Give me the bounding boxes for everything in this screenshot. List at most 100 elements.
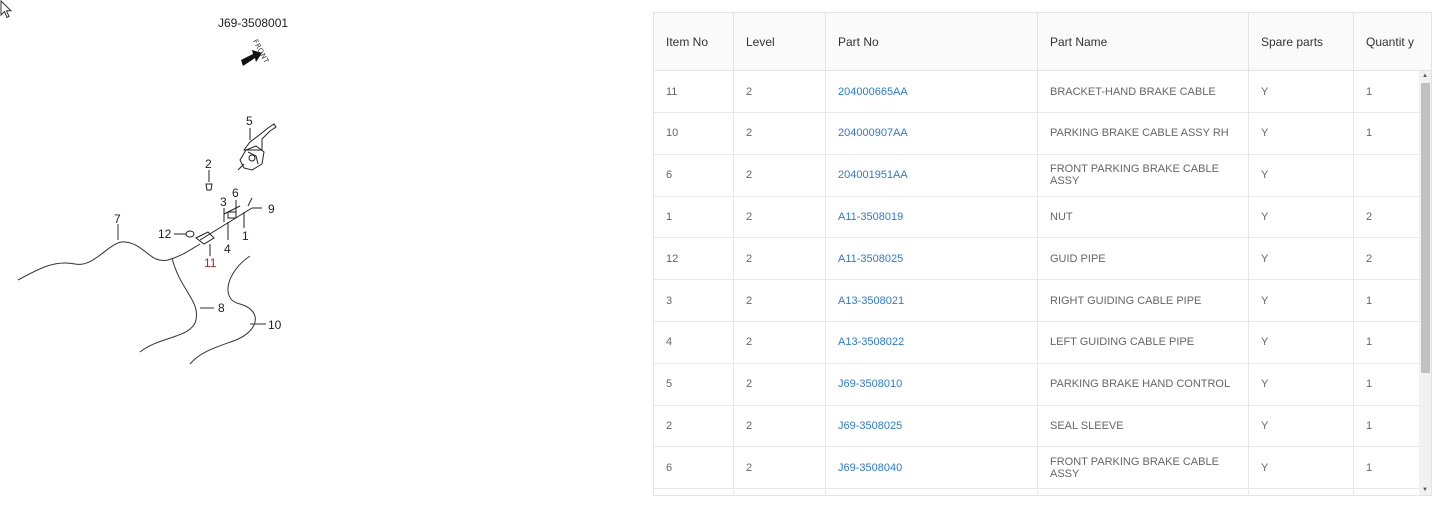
cell-quantity: 2 bbox=[1366, 252, 1373, 265]
table-row[interactable]: 10 2 204000907AA PARKING BRAKE CABLE ASSY R… bbox=[654, 112, 1419, 155]
table-row[interactable]: 4 2 A13-3508022 LEFT GUIDING CABLE PIPE Y 1 bbox=[654, 321, 1419, 364]
table-row[interactable]: 1 2 A11-3508019 NUT Y 2 bbox=[654, 196, 1419, 239]
seal-sleeve bbox=[205, 170, 213, 191]
cell-level: 2 bbox=[734, 71, 826, 112]
cell-part-name: GUID PIPE bbox=[1038, 238, 1249, 280]
header-part-no[interactable]: Part No bbox=[826, 13, 1038, 71]
cell-part-no-link[interactable]: J69-3508040 bbox=[826, 447, 1038, 489]
cell-part-no-link[interactable]: J69-3508025 bbox=[826, 405, 1038, 447]
cell-quantity: 1 bbox=[1366, 419, 1373, 432]
cell-level: 2 bbox=[734, 280, 826, 321]
table-row[interactable]: 5 2 J69-3508010 PARKING BRAKE HAND CONTROL Y… bbox=[654, 363, 1419, 406]
cable-left bbox=[17, 224, 201, 281]
cell-item-no: 3 bbox=[654, 280, 734, 321]
cell-part-name: RIGHT GUIDING CABLE PIPE bbox=[1038, 280, 1249, 321]
cell-level: 2 bbox=[734, 154, 826, 196]
cell-part-name: PARKING BRAKE CABLE ASSY RH bbox=[1038, 112, 1249, 154]
header-quantity[interactable]: Quantit y bbox=[1354, 13, 1431, 71]
table-row[interactable]: 11 2 204000665AA BRACKET-HAND BRAKE CABLE Y 1 bbox=[654, 71, 1419, 113]
cell-spare-parts: Y bbox=[1249, 363, 1354, 405]
header-item-no[interactable]: Item No bbox=[654, 13, 734, 71]
callout-1[interactable]: 1 bbox=[242, 229, 249, 243]
callout-4[interactable]: 4 bbox=[224, 242, 231, 256]
table-body: 11 2 204000665AA BRACKET-HAND BRAKE CABLE Y 1… bbox=[654, 71, 1419, 495]
cell-item-no: 1 bbox=[654, 196, 734, 238]
cable-10 bbox=[189, 255, 266, 365]
cell-part-name: BRACKET-HAND BRAKE CABLE bbox=[1038, 71, 1249, 112]
cell-item-no: 2 bbox=[654, 405, 734, 447]
cell-part-name: FRONT PARKING BRAKE CABLE ASSY bbox=[1038, 154, 1249, 196]
cell-quantity bbox=[1354, 489, 1419, 495]
callout-8[interactable]: 8 bbox=[218, 301, 225, 315]
cell-part-no-link[interactable]: 204001951AA bbox=[826, 154, 1038, 196]
cell-part-no-link[interactable]: A13-3508021 bbox=[826, 280, 1038, 321]
cell-spare-parts bbox=[1249, 489, 1354, 495]
cell-level: 2 bbox=[734, 112, 826, 154]
cell-item-no: 12 bbox=[654, 238, 734, 280]
cell-quantity: 2 bbox=[1366, 210, 1373, 223]
cell-part-no-link[interactable]: 204000907AA bbox=[826, 112, 1038, 154]
cell-quantity: 1 bbox=[1366, 461, 1373, 474]
parts-diagram: J69-3508001 FRONT 5 2 6 3 9 7 12 1 4 11 … bbox=[0, 0, 640, 506]
cell-spare-parts: Y bbox=[1249, 238, 1354, 280]
header-level[interactable]: Level bbox=[734, 13, 826, 71]
cell-item-no: 6 bbox=[654, 447, 734, 489]
callout-3[interactable]: 3 bbox=[220, 195, 227, 209]
cable-bracket bbox=[174, 197, 262, 256]
cell-quantity: 1 bbox=[1366, 85, 1373, 98]
cell-item-no: 4 bbox=[654, 321, 734, 363]
cell-level: 2 bbox=[734, 238, 826, 280]
header-part-name[interactable]: Part Name bbox=[1038, 13, 1249, 71]
scroll-thumb[interactable] bbox=[1421, 83, 1430, 373]
table-scrollbar[interactable]: ▲ ▼ bbox=[1419, 71, 1431, 495]
header-spare-parts[interactable]: Spare parts bbox=[1249, 13, 1354, 71]
cell-spare-parts: Y bbox=[1249, 196, 1354, 238]
callout-5[interactable]: 5 bbox=[246, 114, 253, 128]
hand-brake-lever bbox=[237, 123, 277, 171]
cell-item-no: 11 bbox=[654, 71, 734, 112]
cell-item-no: 6 bbox=[654, 154, 734, 196]
cell-spare-parts: Y bbox=[1249, 71, 1354, 112]
cell-spare-parts: Y bbox=[1249, 405, 1354, 447]
table-row[interactable]: 6 2 204001951AA FRONT PARKING BRAKE CABLE A… bbox=[654, 154, 1419, 197]
callout-7[interactable]: 7 bbox=[114, 212, 121, 226]
callout-2[interactable]: 2 bbox=[205, 157, 212, 171]
table-row[interactable]: 6 2 J69-3508040 FRONT PARKING BRAKE CABLE A… bbox=[654, 447, 1419, 490]
cell-spare-parts: Y bbox=[1249, 112, 1354, 154]
cell-part-no-link[interactable]: 204000665AA bbox=[826, 71, 1038, 112]
cell-part-no-link[interactable]: J69-3508010 bbox=[826, 363, 1038, 405]
cell-quantity bbox=[1354, 155, 1419, 196]
cell-quantity: 1 bbox=[1366, 294, 1373, 307]
table-row[interactable]: 12 2 A11-3508025 GUID PIPE Y 2 bbox=[654, 238, 1419, 281]
scroll-down-arrow-icon[interactable]: ▼ bbox=[1419, 485, 1431, 495]
callout-6[interactable]: 6 bbox=[232, 186, 239, 200]
cell-spare-parts: Y bbox=[1249, 154, 1354, 196]
cell-part-name bbox=[1038, 489, 1249, 495]
mouse-cursor-icon bbox=[0, 0, 13, 19]
table-row[interactable]: 3 2 A13-3508021 RIGHT GUIDING CABLE PIPE Y 1 bbox=[654, 280, 1419, 322]
scroll-up-arrow-icon[interactable]: ▲ bbox=[1419, 71, 1431, 81]
cell-spare-parts: Y bbox=[1249, 447, 1354, 489]
cell-part-no-link[interactable]: A11-3508025 bbox=[826, 238, 1038, 280]
table-row[interactable]: 2 2 J69-3508025 SEAL SLEEVE Y 1 bbox=[654, 405, 1419, 448]
callout-10[interactable]: 10 bbox=[268, 318, 281, 332]
cell-part-no-link[interactable] bbox=[826, 489, 1038, 495]
cell-part-name: NUT bbox=[1038, 196, 1249, 238]
cell-spare-parts: Y bbox=[1249, 280, 1354, 321]
callout-9[interactable]: 9 bbox=[268, 202, 275, 216]
cell-part-no-link[interactable]: A11-3508019 bbox=[826, 196, 1038, 238]
table-row[interactable] bbox=[654, 489, 1419, 495]
cell-part-name: FRONT PARKING BRAKE CABLE ASSY bbox=[1038, 447, 1249, 489]
cell-spare-parts: Y bbox=[1249, 321, 1354, 363]
cell-level: 2 bbox=[734, 321, 826, 363]
table-header: Item No Level Part No Part Name Spare pa… bbox=[654, 13, 1431, 71]
diagram-drawing bbox=[17, 50, 277, 365]
cell-quantity: 1 bbox=[1366, 378, 1373, 391]
callout-12[interactable]: 12 bbox=[158, 227, 171, 241]
cell-part-no-link[interactable]: A13-3508022 bbox=[826, 321, 1038, 363]
diagram-title: J69-3508001 bbox=[218, 16, 289, 30]
cell-item-no: 10 bbox=[654, 112, 734, 154]
callout-11[interactable]: 11 bbox=[204, 256, 216, 270]
cell-level: 2 bbox=[734, 363, 826, 405]
cell-item-no bbox=[654, 489, 734, 495]
